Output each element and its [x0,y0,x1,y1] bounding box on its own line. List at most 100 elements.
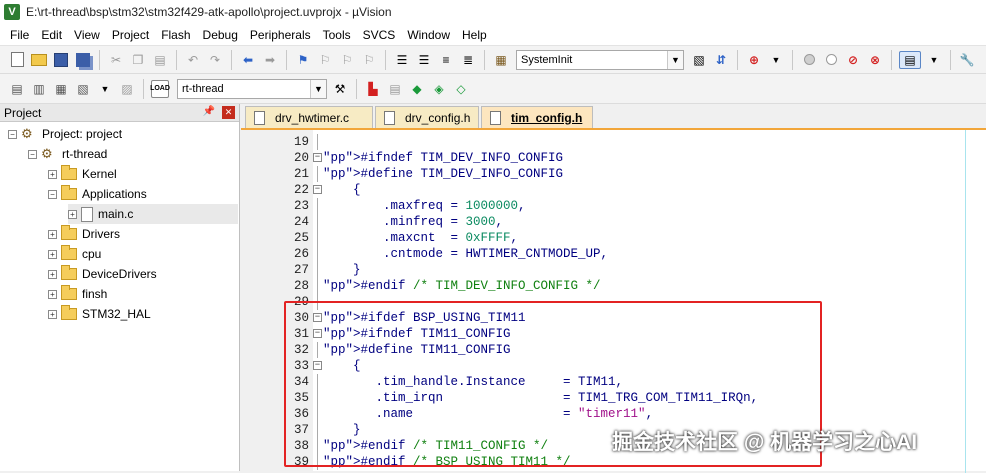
code-line[interactable]: 23 .maxfreq = 1000000, [241,198,986,214]
tab-drv-config-h[interactable]: drv_config.h [375,106,479,128]
redo-button[interactable]: ↷ [206,51,224,69]
debug-dropdown-button[interactable]: ▼ [767,51,785,69]
prev-bookmark-button[interactable]: ⚐ [316,51,334,69]
menu-tools[interactable]: Tools [317,28,357,42]
menu-file[interactable]: File [4,28,35,42]
menu-svcs[interactable]: SVCS [357,28,402,42]
function-combo[interactable]: SystemInit ▼ [516,49,684,70]
menu-help[interactable]: Help [456,28,493,42]
indent-button[interactable]: ☰ [393,51,411,69]
undo-button[interactable]: ↶ [184,51,202,69]
navigate-forward-button[interactable]: ➡ [261,51,279,69]
manage-rte-button[interactable]: ◆ [408,80,426,98]
clear-bookmarks-button[interactable]: ⚐ [360,51,378,69]
collapse-icon[interactable]: − [28,149,37,159]
code-line[interactable]: 19 [241,134,986,150]
expand-icon[interactable]: + [48,289,57,299]
tab-drv-hwtimer-c[interactable]: drv_hwtimer.c [245,106,373,128]
stop-build-button[interactable]: ▨ [118,80,136,98]
open-file-button[interactable] [30,51,48,69]
comment-button[interactable]: ≡ [437,51,455,69]
disable-all-breakpoints-button[interactable]: ⊘ [844,51,862,69]
chevron-down-icon[interactable]: ▼ [310,79,326,98]
tree-node-cpu[interactable]: + cpu [48,244,101,264]
expand-icon[interactable]: + [48,229,57,239]
menu-peripherals[interactable]: Peripherals [244,28,317,42]
toolbar-separator [484,49,485,70]
menu-window[interactable]: Window [401,28,456,42]
build-toolbar: ▤ ▥ ▦ ▧ ▼ ▨ LOAD rt-thread ▼ ⚒ ▙ ▤ ◆ ◈ ◇ [0,74,986,104]
expand-icon[interactable]: + [68,209,77,219]
fold-guide [317,166,318,182]
tree-node-stm32-hal[interactable]: + STM32_HAL [48,304,151,324]
menu-project[interactable]: Project [106,28,155,42]
tree-node-project[interactable]: − ⚙ Project: project [8,124,122,144]
uncomment-button[interactable]: ≣ [459,51,477,69]
build-button[interactable]: ▥ [30,80,48,98]
code-line[interactable]: 21 "pp">#define TIM_DEV_INFO_CONFIG [241,166,986,182]
unindent-button[interactable]: ☰ [415,51,433,69]
pack-installer-button[interactable]: ◇ [452,80,470,98]
next-bookmark-button[interactable]: ⚐ [338,51,356,69]
code-line[interactable]: 22− { [241,182,986,198]
expand-icon[interactable]: + [48,309,57,319]
code-line[interactable]: 27 } [241,262,986,278]
tree-node-rt-thread[interactable]: − ⚙ rt-thread [28,144,107,164]
save-icon [54,52,68,67]
tree-node-main-c[interactable]: + main.c [68,204,238,224]
menu-view[interactable]: View [68,28,106,42]
save-button[interactable] [52,51,70,69]
bookmark-button[interactable]: ⚑ [294,51,312,69]
configure-button[interactable]: 🔧 [958,51,976,69]
find-in-files-button[interactable]: ▦ [492,51,510,69]
tree-node-applications[interactable]: − Applications [48,184,147,204]
window-layout-dropdown[interactable]: ▼ [925,51,943,69]
tree-node-devicedrivers[interactable]: + DeviceDrivers [48,264,157,284]
debug-session-button[interactable]: ⊕ [745,51,763,69]
expand-icon[interactable]: + [48,249,57,259]
batch-build-button[interactable]: ▧ [74,80,92,98]
breakpoint-button[interactable] [800,51,818,69]
chevron-down-icon[interactable]: ▼ [667,50,683,69]
menu-debug[interactable]: Debug [197,28,244,42]
manage-project-items-button[interactable]: ▙ [364,80,382,98]
file-extensions-button[interactable]: ▤ [386,80,404,98]
target-options-button[interactable]: ⚒ [331,80,349,98]
code-line[interactable]: 20− "pp">#ifndef TIM_DEV_INFO_CONFIG [241,150,986,166]
collapse-icon[interactable]: − [8,129,17,139]
copy-button[interactable]: ❐ [129,51,147,69]
new-file-button[interactable] [8,51,26,69]
translate-button[interactable]: ▤ [8,80,26,98]
tree-node-kernel[interactable]: + Kernel [48,164,117,184]
code-line[interactable]: 24 .minfreq = 3000, [241,214,986,230]
menu-flash[interactable]: Flash [155,28,196,42]
find-button[interactable]: ⇵ [712,51,730,69]
collapse-icon[interactable]: − [48,189,57,199]
disable-breakpoint-button[interactable] [822,51,840,69]
tab-tim-config-h[interactable]: tim_config.h [481,106,593,128]
incremental-find-button[interactable]: ▧ [690,51,708,69]
tree-node-drivers[interactable]: + Drivers [48,224,120,244]
expand-icon[interactable]: + [48,269,57,279]
code-line[interactable]: 28 "pp">#endif /* TIM_DEV_INFO_CONFIG */ [241,278,986,294]
code-line[interactable]: 26 .cntmode = HWTIMER_CNTMODE_UP, [241,246,986,262]
save-all-button[interactable] [74,51,92,69]
kill-all-breakpoints-button[interactable]: ⊗ [866,51,884,69]
batch-build-dropdown[interactable]: ▼ [96,80,114,98]
rebuild-button[interactable]: ▦ [52,80,70,98]
paste-button[interactable]: ▤ [151,51,169,69]
close-icon[interactable]: ✕ [222,106,235,119]
tree-node-finsh[interactable]: + finsh [48,284,107,304]
expand-icon[interactable]: + [48,169,57,179]
menu-edit[interactable]: Edit [35,28,68,42]
select-packs-button[interactable]: ◈ [430,80,448,98]
code-line[interactable]: 25 .maxcnt = 0xFFFF, [241,230,986,246]
pin-icon[interactable]: 📌 [203,106,215,117]
cut-button[interactable]: ✂ [107,51,125,69]
fold-toggle-icon[interactable]: − [313,185,322,194]
window-layout-button[interactable]: ▤ [899,50,921,69]
navigate-back-button[interactable]: ⬅ [239,51,257,69]
fold-toggle-icon[interactable]: − [313,153,322,162]
download-button[interactable]: LOAD [150,79,170,98]
target-combo[interactable]: rt-thread ▼ [177,78,327,99]
